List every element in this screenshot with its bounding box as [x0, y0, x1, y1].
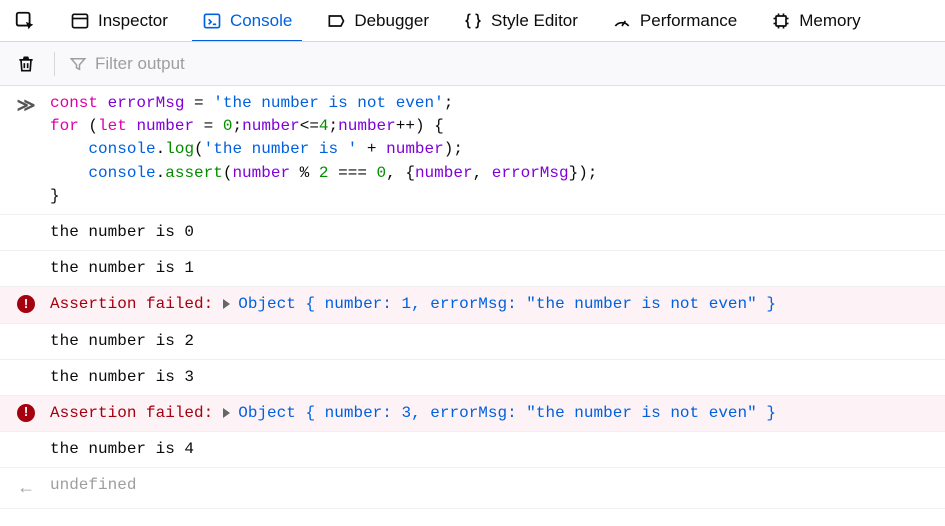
return-row: ← undefined: [0, 468, 945, 509]
performance-icon: [612, 11, 632, 31]
tab-label: Console: [230, 11, 292, 31]
assertion-label: Assertion failed:: [50, 402, 213, 425]
log-row: the number is 2: [0, 324, 945, 360]
log-message[interactable]: the number is 1: [50, 257, 935, 280]
tab-debugger[interactable]: Debugger: [322, 0, 433, 41]
console-toolbar: [0, 42, 945, 86]
filter-input[interactable]: [95, 54, 933, 74]
tab-style-editor[interactable]: Style Editor: [459, 0, 582, 41]
debugger-icon: [326, 11, 346, 31]
log-row: the number is 3: [0, 360, 945, 396]
inspector-icon: [70, 11, 90, 31]
trash-icon: [16, 54, 36, 74]
memory-icon: [771, 11, 791, 31]
log-message[interactable]: the number is 0: [50, 221, 935, 244]
tab-label: Performance: [640, 11, 737, 31]
assertion-row: ! Assertion failed: Object { number: 1, …: [0, 287, 945, 323]
tab-label: Memory: [799, 11, 860, 31]
return-arrow-icon: ←: [21, 476, 32, 502]
assertion-row: ! Assertion failed: Object { number: 3, …: [0, 396, 945, 432]
error-icon: !: [17, 295, 35, 313]
log-message[interactable]: the number is 4: [50, 438, 935, 461]
log-message[interactable]: the number is 2: [50, 330, 935, 353]
return-value[interactable]: undefined: [50, 474, 935, 497]
error-icon: !: [17, 404, 35, 422]
tab-picker[interactable]: [10, 0, 40, 41]
tab-label: Inspector: [98, 11, 168, 31]
expand-triangle-icon[interactable]: [223, 299, 230, 309]
divider: [54, 52, 55, 76]
node-picker-icon: [14, 10, 36, 32]
console-input-echo: ≫ const errorMsg = 'the number is not ev…: [0, 86, 945, 215]
tab-console[interactable]: Console: [198, 0, 296, 41]
log-row: the number is 1: [0, 251, 945, 287]
log-row: the number is 4: [0, 432, 945, 468]
object-inspector[interactable]: Object { number: 3, errorMsg: "the numbe…: [223, 402, 776, 425]
console-code[interactable]: const errorMsg = 'the number is not even…: [50, 92, 935, 208]
clear-console-button[interactable]: [12, 50, 40, 78]
tab-label: Style Editor: [491, 11, 578, 31]
tab-performance[interactable]: Performance: [608, 0, 741, 41]
style-editor-icon: [463, 11, 483, 31]
object-inspector[interactable]: Object { number: 1, errorMsg: "the numbe…: [223, 293, 776, 316]
tab-memory[interactable]: Memory: [767, 0, 864, 41]
log-row: the number is 0: [0, 215, 945, 251]
filter-icon: [69, 55, 87, 73]
log-message[interactable]: the number is 3: [50, 366, 935, 389]
assertion-label: Assertion failed:: [50, 293, 213, 316]
devtools-tabbar: Inspector Console Debugger Style Editor …: [0, 0, 945, 42]
console-icon: [202, 11, 222, 31]
console-output: ≫ const errorMsg = 'the number is not ev…: [0, 86, 945, 509]
filter-input-wrapper: [69, 54, 933, 74]
expand-triangle-icon[interactable]: [223, 408, 230, 418]
tab-inspector[interactable]: Inspector: [66, 0, 172, 41]
tab-label: Debugger: [354, 11, 429, 31]
input-prompt-icon: ≫: [17, 94, 36, 120]
